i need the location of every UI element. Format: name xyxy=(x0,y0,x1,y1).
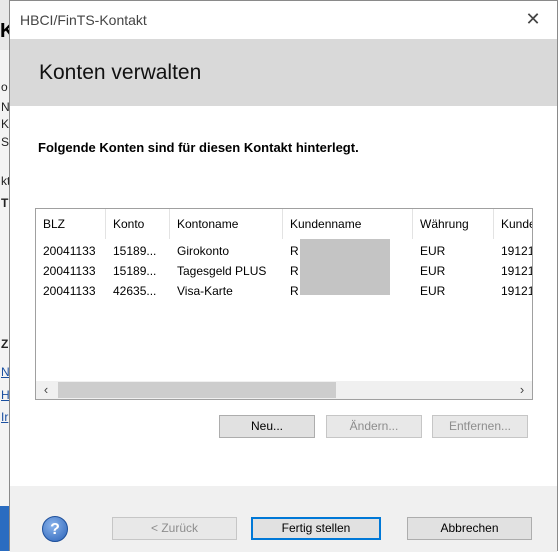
column-header-kunde[interactable]: Kunde xyxy=(494,209,532,239)
listview-header: BLZ Konto Kontoname Kundenname Währung K… xyxy=(36,209,532,239)
cell-konto: 15189... xyxy=(113,244,157,258)
cell-konto: 15189... xyxy=(113,264,157,278)
page-title: Konten verwalten xyxy=(39,61,202,84)
cell-konto: 42635... xyxy=(113,284,157,298)
cell-kunde: 19121 xyxy=(501,284,533,298)
title-bar: HBCI/FinTS-Kontakt ✕ xyxy=(10,1,557,39)
scrollbar-thumb[interactable] xyxy=(58,382,336,398)
remove-button[interactable]: Entfernen... xyxy=(432,415,528,438)
finish-button[interactable]: Fertig stellen xyxy=(251,517,381,540)
instruction-text: Folgende Konten sind für diesen Kontakt … xyxy=(38,140,359,155)
scroll-left-icon[interactable]: ‹ xyxy=(38,381,54,399)
column-header-blz[interactable]: BLZ xyxy=(36,209,106,239)
table-row[interactable]: 20041133 15189... Girokonto R EUR 19121 xyxy=(36,241,532,261)
cell-kunde: 19121 xyxy=(501,244,533,258)
column-header-kontoname[interactable]: Kontoname xyxy=(170,209,283,239)
back-button[interactable]: < Zurück xyxy=(112,517,237,540)
window-title: HBCI/FinTS-Kontakt xyxy=(20,12,147,28)
scroll-right-icon[interactable]: › xyxy=(514,381,530,399)
column-header-konto[interactable]: Konto xyxy=(106,209,170,239)
table-row[interactable]: 20041133 15189... Tagesgeld PLUS R EUR 1… xyxy=(36,261,532,281)
wizard-dialog: HBCI/FinTS-Kontakt ✕ Konten verwalten Fo… xyxy=(9,0,558,552)
cell-waehrung: EUR xyxy=(420,244,446,258)
background-text: S xyxy=(1,135,10,149)
cell-kontoname: Tagesgeld PLUS xyxy=(177,264,267,278)
wizard-content: Folgende Konten sind für diesen Kontakt … xyxy=(10,106,557,486)
cell-blz: 20041133 xyxy=(43,264,96,278)
cell-kontoname: Girokonto xyxy=(177,244,230,258)
background-text: T xyxy=(1,196,9,210)
cell-kontoname: Visa-Karte xyxy=(177,284,233,298)
table-row[interactable]: 20041133 42635... Visa-Karte R EUR 19121 xyxy=(36,281,532,301)
cell-blz: 20041133 xyxy=(43,244,96,258)
cell-waehrung: EUR xyxy=(420,264,446,278)
accounts-listview[interactable]: BLZ Konto Kontoname Kundenname Währung K… xyxy=(35,208,533,400)
new-button[interactable]: Neu... xyxy=(219,415,315,438)
edit-button[interactable]: Ändern... xyxy=(326,415,422,438)
cell-blz: 20041133 xyxy=(43,284,96,298)
background-text: o xyxy=(1,80,8,94)
cell-waehrung: EUR xyxy=(420,284,446,298)
background-link[interactable]: Ir xyxy=(1,410,8,424)
background-text: K xyxy=(1,117,10,131)
wizard-header: Konten verwalten xyxy=(10,39,557,106)
close-icon[interactable]: ✕ xyxy=(523,9,543,29)
redaction-box xyxy=(300,239,390,295)
cancel-button[interactable]: Abbrechen xyxy=(407,517,532,540)
help-icon[interactable]: ? xyxy=(42,516,68,542)
background-text: Z xyxy=(1,337,9,351)
horizontal-scrollbar[interactable]: ‹ › xyxy=(36,381,532,399)
column-header-kundenname[interactable]: Kundenname xyxy=(283,209,413,239)
wizard-footer: ? < Zurück Fertig stellen Abbrechen xyxy=(10,486,557,552)
cell-kunde: 19121 xyxy=(501,264,533,278)
column-header-waehrung[interactable]: Währung xyxy=(413,209,494,239)
